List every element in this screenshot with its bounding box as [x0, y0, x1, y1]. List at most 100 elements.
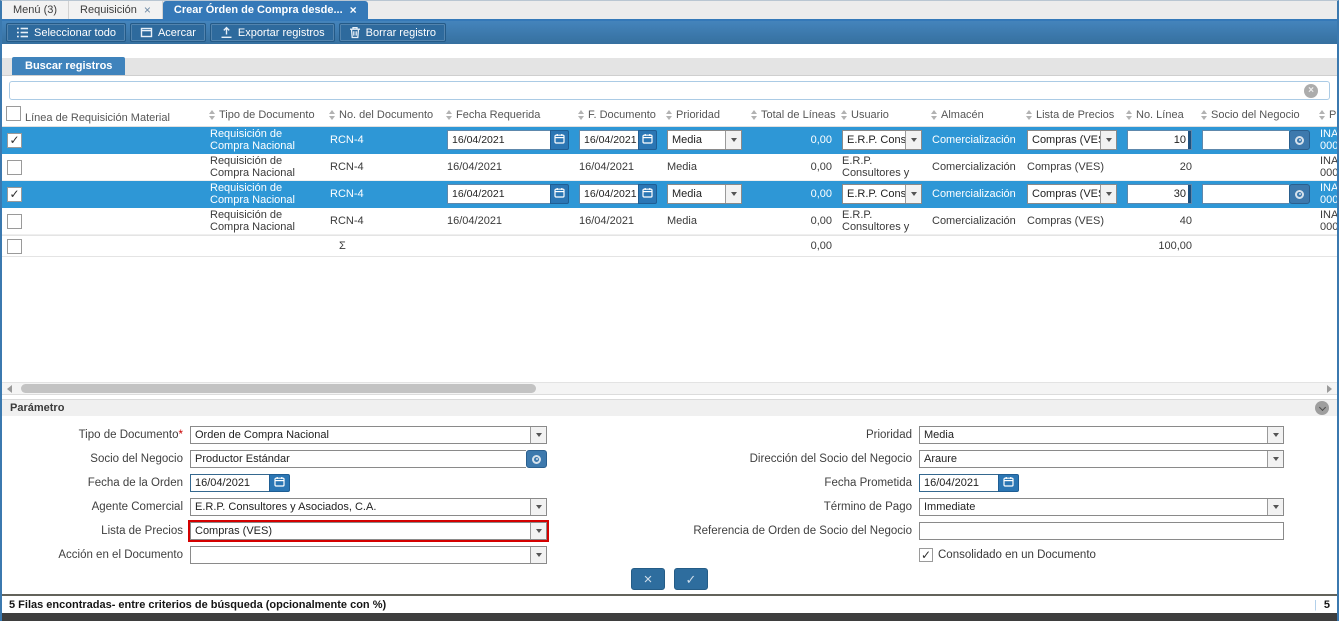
- record-info-button[interactable]: [526, 450, 547, 468]
- collapse-panel-icon[interactable]: [1315, 401, 1329, 415]
- fecha_requerida-date-field[interactable]: 16/04/2021: [447, 184, 569, 204]
- agente-comercial-select[interactable]: E.R.P. Consultores y Asociados, C.A.: [190, 498, 547, 516]
- no-linea-input[interactable]: 30: [1127, 184, 1192, 204]
- sort-icon[interactable]: [1126, 110, 1132, 120]
- referencia-de-orden-de-socio-del-negocio-input[interactable]: [919, 522, 1284, 540]
- acercar-button[interactable]: Acercar: [130, 23, 206, 42]
- tab-requisicion[interactable]: Requisición×: [69, 1, 163, 19]
- close-tab-icon[interactable]: ×: [350, 4, 357, 16]
- search-input[interactable]: ×: [9, 81, 1330, 100]
- sort-icon[interactable]: [329, 110, 335, 120]
- record-info-button[interactable]: [1289, 184, 1310, 204]
- consolidado-en-un-documento-checkbox[interactable]: ✓: [919, 548, 933, 562]
- calendar-button[interactable]: [550, 130, 569, 150]
- sort-icon[interactable]: [578, 110, 584, 120]
- socio_negocio-lookup-field[interactable]: [1202, 130, 1310, 150]
- calendar-button[interactable]: [638, 130, 657, 150]
- lista_precios-select[interactable]: Compras (VES): [1027, 130, 1117, 150]
- seleccionar-todo-button[interactable]: Seleccionar todo: [6, 23, 126, 42]
- exportar-registros-button[interactable]: Exportar registros: [210, 23, 335, 42]
- f_documento-date-field[interactable]: 16/04/2021: [579, 130, 657, 150]
- close-tab-icon[interactable]: ×: [144, 4, 151, 16]
- dropdown-arrow-icon[interactable]: [1267, 499, 1283, 515]
- dropdown-arrow-icon[interactable]: [725, 131, 741, 149]
- column-header-f-documento[interactable]: F. Documento: [574, 104, 662, 126]
- clear-search-icon[interactable]: ×: [1304, 84, 1318, 98]
- sort-icon[interactable]: [666, 110, 672, 120]
- select-all-checkbox[interactable]: [6, 106, 21, 121]
- scroll-right-icon[interactable]: [1324, 385, 1335, 393]
- column-header-almacen[interactable]: Almacén: [927, 104, 1022, 126]
- f_documento-input[interactable]: 16/04/2021: [579, 184, 638, 204]
- spinner-handle[interactable]: [1188, 185, 1191, 203]
- fecha-de-la-orden-input[interactable]: 16/04/2021: [190, 474, 269, 492]
- column-header-socio-del-negocio[interactable]: Socio del Negocio: [1197, 104, 1315, 126]
- calendar-button[interactable]: [550, 184, 569, 204]
- usuario-select[interactable]: E.R.P. Consultores y Asociados, C.A.: [842, 130, 922, 150]
- prioridad-select[interactable]: Media: [667, 184, 742, 204]
- borrar-registro-button[interactable]: Borrar registro: [339, 23, 446, 42]
- column-header-no-del-documento[interactable]: No. del Documento: [325, 104, 442, 126]
- scrollbar-track[interactable]: [15, 384, 1324, 393]
- column-header-fecha-requerida[interactable]: Fecha Requerida: [442, 104, 574, 126]
- table-row[interactable]: Requisición de Compra NacionalRCN-416/04…: [2, 154, 1337, 181]
- dropdown-arrow-icon[interactable]: [1267, 451, 1283, 467]
- calendar-button[interactable]: [638, 184, 657, 204]
- table-row[interactable]: ✓Requisición de Compra NacionalRCN-416/0…: [2, 127, 1337, 154]
- fecha-prometida-date-field[interactable]: 16/04/2021: [919, 474, 1019, 492]
- sort-icon[interactable]: [931, 110, 937, 120]
- dropdown-arrow-icon[interactable]: [530, 523, 546, 539]
- column-header-total-de-lineas[interactable]: Total de Líneas: [747, 104, 837, 126]
- horizontal-scrollbar[interactable]: [2, 382, 1337, 395]
- column-header-no-linea[interactable]: No. Línea: [1122, 104, 1197, 126]
- socio-del-negocio-input[interactable]: Productor Estándar: [190, 450, 526, 468]
- spinner-handle[interactable]: [1188, 131, 1191, 149]
- scroll-left-icon[interactable]: [4, 385, 15, 393]
- column-header-lista-de-precios[interactable]: Lista de Precios: [1022, 104, 1122, 126]
- sort-icon[interactable]: [841, 110, 847, 120]
- sort-icon[interactable]: [1319, 110, 1325, 120]
- dropdown-arrow-icon[interactable]: [905, 185, 921, 203]
- table-row[interactable]: ✓Requisición de Compra NacionalRCN-416/0…: [2, 181, 1337, 208]
- lista_precios-select[interactable]: Compras (VES): [1027, 184, 1117, 204]
- dropdown-arrow-icon[interactable]: [1100, 185, 1116, 203]
- tab-crear-orden-de-compra-desde[interactable]: Crear Órden de Compra desde...×: [163, 1, 368, 19]
- table-row[interactable]: Requisición de Compra NacionalRCN-416/04…: [2, 208, 1337, 235]
- sort-icon[interactable]: [751, 110, 757, 120]
- record-info-button[interactable]: [1289, 130, 1310, 150]
- f_documento-date-field[interactable]: 16/04/2021: [579, 184, 657, 204]
- row-select-checkbox[interactable]: ✓: [7, 133, 22, 148]
- no-linea-input[interactable]: 10: [1127, 130, 1192, 150]
- direccion-del-socio-del-negocio-select[interactable]: Araure: [919, 450, 1284, 468]
- f_documento-input[interactable]: 16/04/2021: [579, 130, 638, 150]
- fecha-de-la-orden-date-field[interactable]: 16/04/2021: [190, 474, 290, 492]
- dropdown-arrow-icon[interactable]: [1100, 131, 1116, 149]
- dropdown-arrow-icon[interactable]: [725, 185, 741, 203]
- column-header-prioridad[interactable]: Prioridad: [662, 104, 747, 126]
- fecha_requerida-input[interactable]: 16/04/2021: [447, 184, 550, 204]
- dropdown-arrow-icon[interactable]: [530, 547, 546, 563]
- column-header-producto[interactable]: Producto: [1315, 104, 1337, 126]
- socio_negocio-lookup-field[interactable]: [1202, 184, 1310, 204]
- termino-de-pago-select[interactable]: Immediate: [919, 498, 1284, 516]
- dropdown-arrow-icon[interactable]: [1267, 427, 1283, 443]
- fecha-prometida-input[interactable]: 16/04/2021: [919, 474, 998, 492]
- column-header-linea-de-requisicion-material[interactable]: Línea de Requisición Material: [2, 104, 205, 126]
- column-header-usuario[interactable]: Usuario: [837, 104, 927, 126]
- sort-icon[interactable]: [209, 110, 215, 120]
- tab-menu-3[interactable]: Menú (3): [2, 1, 69, 19]
- tab-buscar-registros[interactable]: Buscar registros: [12, 57, 125, 75]
- dropdown-arrow-icon[interactable]: [905, 131, 921, 149]
- dropdown-arrow-icon[interactable]: [530, 499, 546, 515]
- row-select-checkbox[interactable]: [7, 160, 22, 175]
- usuario-select[interactable]: E.R.P. Consultores y Asociados, C.A.: [842, 184, 922, 204]
- cancel-button[interactable]: ×: [631, 568, 665, 590]
- calendar-button[interactable]: [269, 474, 290, 492]
- fecha_requerida-date-field[interactable]: 16/04/2021: [447, 130, 569, 150]
- socio_negocio-input[interactable]: [1202, 184, 1289, 204]
- dropdown-arrow-icon[interactable]: [530, 427, 546, 443]
- sort-icon[interactable]: [1026, 110, 1032, 120]
- row-select-checkbox[interactable]: ✓: [7, 187, 22, 202]
- scrollbar-thumb[interactable]: [21, 384, 536, 393]
- socio-del-negocio-lookup-field[interactable]: Productor Estándar: [190, 450, 547, 468]
